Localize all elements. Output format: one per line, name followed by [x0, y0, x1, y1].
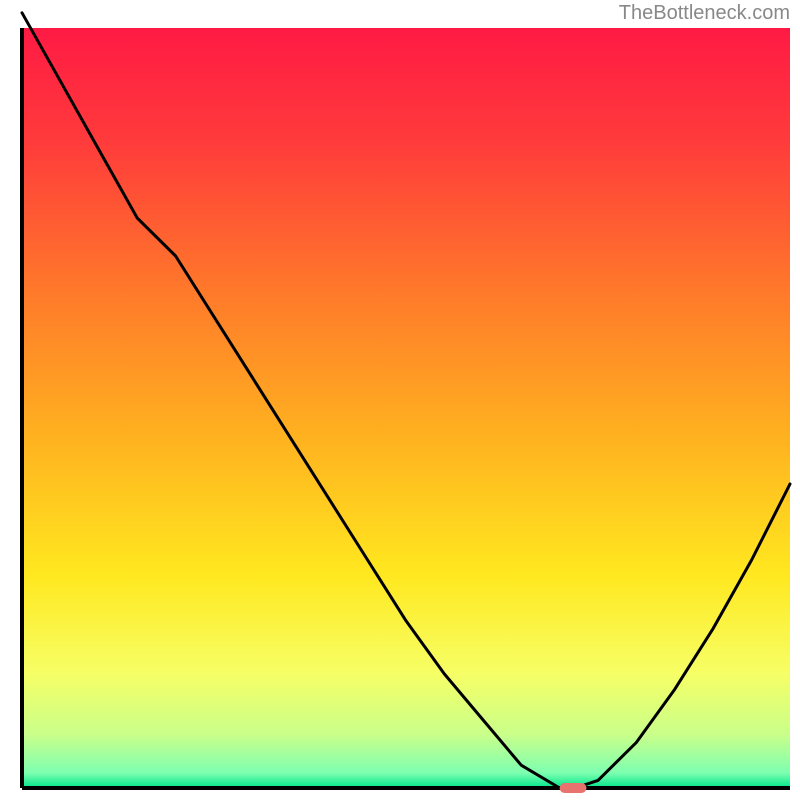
- watermark-text: TheBottleneck.com: [619, 2, 790, 25]
- chart-container: TheBottleneck.com: [0, 0, 800, 800]
- bottleneck-chart: [0, 0, 800, 800]
